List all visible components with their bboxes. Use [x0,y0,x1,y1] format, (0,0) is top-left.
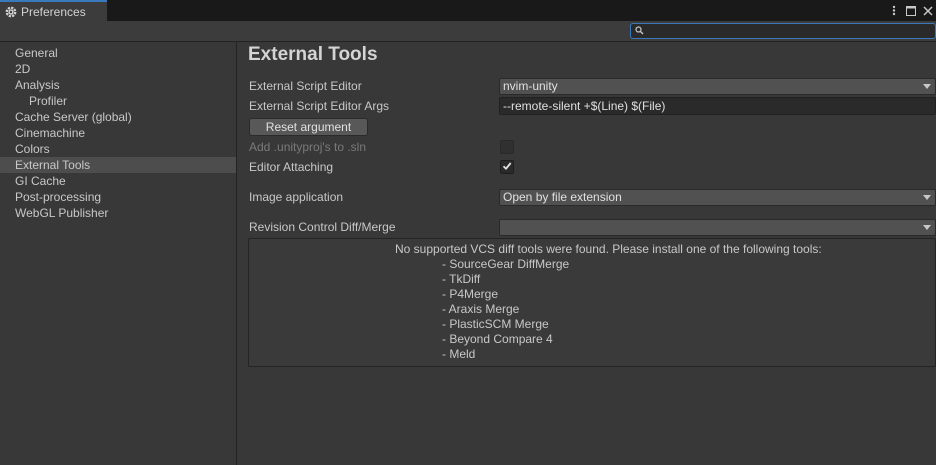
search-input[interactable] [630,23,936,39]
chevron-down-icon [923,195,931,200]
sidebar-item-cinemachine[interactable]: Cinemachine [0,125,236,141]
tab-preferences[interactable]: Preferences [0,0,107,21]
list-item: - PlasticSCM Merge [442,317,549,331]
sidebar-item-colors[interactable]: Colors [0,141,236,157]
sidebar-item-webgl-publisher[interactable]: WebGL Publisher [0,205,236,221]
sidebar-item-general[interactable]: General [0,45,236,61]
script-editor-value: nvim-unity [503,79,558,93]
sidebar-item-2d[interactable]: 2D [0,61,236,77]
vcs-help-box: No supported VCS diff tools were found. … [248,238,936,367]
image-application-dropdown[interactable]: Open by file extension [499,189,936,206]
list-item: - SourceGear DiffMerge [442,257,570,271]
sidebar-item-profiler[interactable]: Profiler [0,93,236,109]
gear-icon [4,5,18,19]
sidebar-item-gi-cache[interactable]: GI Cache [0,173,236,189]
script-editor-dropdown[interactable]: nvim-unity [499,78,936,95]
script-editor-args-field[interactable]: --remote-silent +$(Line) $(File) [499,97,936,115]
image-application-label: Image application [249,190,344,204]
sidebar-item-cache-server[interactable]: Cache Server (global) [0,109,236,125]
search-icon [635,24,644,38]
window-controls [888,0,936,21]
more-icon[interactable] [888,5,899,16]
editor-attaching-checkbox[interactable] [500,160,514,174]
list-item: - Araxis Merge [442,302,520,316]
help-message: No supported VCS diff tools were found. … [395,242,822,256]
page-title: External Tools [248,44,378,65]
add-unityproj-label: Add .unityproj's to .sln [249,140,367,154]
maximize-icon[interactable] [905,5,916,16]
sidebar-item-post-processing[interactable]: Post-processing [0,189,236,205]
script-editor-label: External Script Editor [249,79,362,93]
image-application-value: Open by file extension [503,190,622,204]
tab-bar: Preferences [0,0,936,21]
revision-control-dropdown[interactable] [499,219,936,236]
sidebar-item-analysis[interactable]: Analysis [0,77,236,93]
sidebar-item-external-tools[interactable]: External Tools [0,157,236,173]
revision-control-label: Revision Control Diff/Merge [249,220,396,234]
add-unityproj-checkbox[interactable] [500,140,514,154]
chevron-down-icon [923,225,931,230]
script-editor-args-label: External Script Editor Args [249,99,390,113]
toolbar [0,21,936,42]
list-item: - Meld [442,347,476,361]
list-item: - Beyond Compare 4 [442,332,553,346]
list-item: - TkDiff [442,272,481,286]
reset-argument-button[interactable]: Reset argument [249,118,368,136]
main-panel: External Tools External Script Editor nv… [238,42,936,465]
help-tools-list: - SourceGear DiffMerge - TkDiff - P4Merg… [442,257,569,362]
editor-attaching-label: Editor Attaching [249,160,334,174]
close-icon[interactable] [922,5,933,16]
sidebar: General 2D Analysis Profiler Cache Serve… [0,42,237,465]
tab-title: Preferences [21,4,86,19]
chevron-down-icon [923,84,931,89]
list-item: - P4Merge [442,287,499,301]
checkmark-icon [502,160,512,174]
